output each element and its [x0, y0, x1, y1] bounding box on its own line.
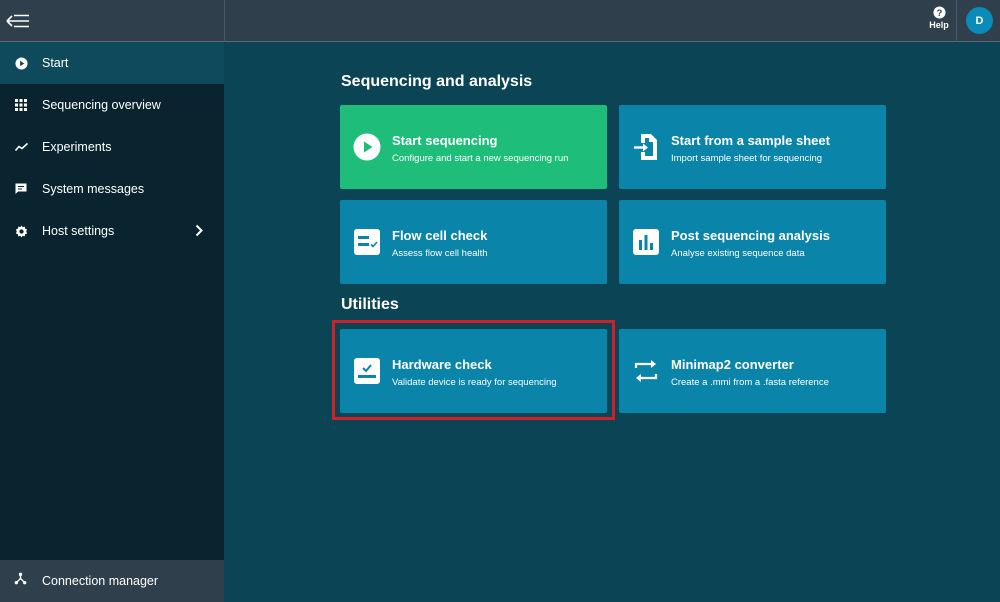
sidebar-item-label: Host settings	[42, 224, 115, 238]
card-subtitle: Import sample sheet for sequencing	[671, 153, 823, 164]
card-subtitle: Configure and start a new sequencing run	[392, 153, 569, 164]
help-icon: ?	[932, 6, 946, 19]
grid-icon	[14, 98, 28, 112]
message-icon	[14, 182, 28, 196]
card-title: Hardware check	[392, 357, 492, 372]
sample-sheet-card[interactable]: Start from a sample sheet Import sample …	[619, 105, 886, 189]
start-sequencing-card[interactable]: Start sequencing Configure and start a n…	[340, 105, 607, 189]
sidebar: Start Sequencing overview Experiments Sy…	[0, 42, 224, 602]
card-subtitle: Assess flow cell health	[392, 248, 488, 259]
section-title-sequencing: Sequencing and analysis	[341, 73, 533, 90]
swap-arrows-icon	[632, 357, 660, 385]
help-button[interactable]: ? Help	[924, 6, 954, 38]
minimap2-converter-card[interactable]: Minimap2 converter Create a .mmi from a …	[619, 329, 886, 413]
chevron-right-icon	[195, 224, 203, 242]
topbar-divider-right	[956, 0, 957, 42]
svg-text:?: ?	[936, 8, 942, 18]
sidebar-item-label: Start	[42, 56, 69, 70]
sidebar-item-label: System messages	[42, 182, 145, 196]
card-title: Start from a sample sheet	[671, 133, 830, 148]
hardware-check-icon	[353, 357, 381, 385]
sidebar-item-host-settings[interactable]: Host settings	[0, 210, 224, 252]
user-avatar[interactable]: D	[966, 7, 993, 34]
card-title: Minimap2 converter	[671, 357, 794, 372]
card-subtitle: Create a .mmi from a .fasta reference	[671, 377, 829, 388]
sidebar-item-system-messages[interactable]: System messages	[0, 168, 224, 210]
sidebar-item-label: Sequencing overview	[42, 98, 161, 112]
trend-line-icon	[14, 140, 28, 154]
network-icon	[14, 572, 27, 590]
flow-cell-check-card[interactable]: Flow cell check Assess flow cell health	[340, 200, 607, 284]
connection-manager-label: Connection manager	[42, 574, 159, 588]
card-subtitle: Analyse existing sequence data	[671, 248, 805, 259]
connection-manager-button[interactable]: Connection manager	[0, 560, 224, 602]
card-title: Flow cell check	[392, 228, 488, 243]
post-sequencing-analysis-card[interactable]: Post sequencing analysis Analyse existin…	[619, 200, 886, 284]
sidebar-item-label: Experiments	[42, 140, 112, 154]
section-title-utilities: Utilities	[341, 296, 399, 313]
bar-chart-icon	[632, 228, 660, 256]
file-import-icon	[632, 133, 660, 161]
card-title: Start sequencing	[392, 133, 498, 148]
sidebar-item-experiments[interactable]: Experiments	[0, 126, 224, 168]
menu-collapse-icon	[6, 14, 29, 28]
card-subtitle: Validate device is ready for sequencing	[392, 377, 557, 388]
collapse-menu-button[interactable]	[0, 0, 36, 42]
play-circle-icon	[353, 133, 381, 161]
card-title: Post sequencing analysis	[671, 228, 830, 243]
help-label: Help	[929, 20, 949, 30]
play-circle-icon	[14, 56, 28, 70]
top-bar: ? Help D	[0, 0, 1000, 42]
hardware-check-card[interactable]: Hardware check Validate device is ready …	[340, 329, 607, 413]
gear-icon	[14, 224, 28, 238]
sidebar-item-sequencing-overview[interactable]: Sequencing overview	[0, 84, 224, 126]
topbar-divider	[224, 0, 225, 42]
checklist-icon	[353, 228, 381, 256]
sidebar-item-start[interactable]: Start	[0, 42, 224, 84]
